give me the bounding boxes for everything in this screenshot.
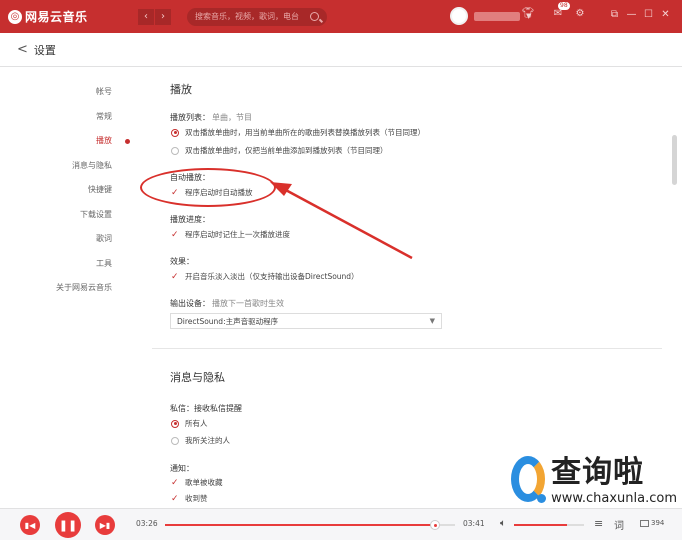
watermark-cn: 查询啦 [551,455,645,490]
playlist-button[interactable]: 394 [640,519,664,527]
volume-slider[interactable] [514,524,584,526]
watermark-text: 查询啦 www.chaxunla.com [551,455,677,507]
previous-track-button[interactable]: ▮◀ [20,515,40,535]
previous-icon: ▮◀ [24,520,36,530]
volume-fill [514,524,567,526]
watermark-logo-icon [511,456,547,503]
pause-icon: ❚❚ [58,518,78,532]
player-bar: ▮◀ ❚❚ ▶▮ 03:26 03:41 🔈︎ ≡ 词 394 [0,508,682,540]
pause-button[interactable]: ❚❚ [55,512,81,538]
lyrics-icon[interactable]: 词 [614,517,624,532]
time-total: 03:41 [463,519,485,528]
time-current: 03:26 [136,519,158,528]
watermark: 查询啦 www.chaxunla.com [505,450,677,514]
scrollbar[interactable] [672,135,677,185]
next-track-button[interactable]: ▶▮ [95,515,115,535]
watermark-en: www.chaxunla.com [551,491,677,506]
progress-knob[interactable] [429,520,440,530]
playlist-count: 394 [651,519,665,527]
play-mode-icon[interactable]: ≡ [594,517,603,530]
next-icon: ▶▮ [99,520,111,530]
playlist-icon [640,519,649,527]
progress-fill [165,524,435,526]
playback-progress[interactable] [165,520,455,530]
volume-icon[interactable]: 🔈︎ [500,518,506,529]
